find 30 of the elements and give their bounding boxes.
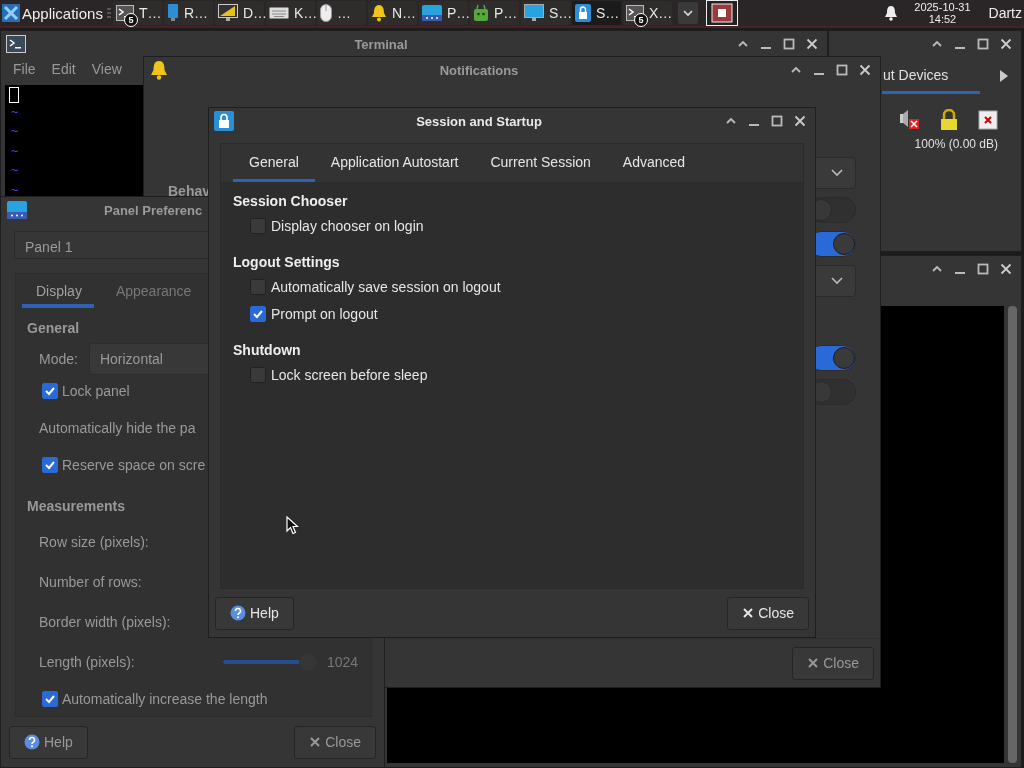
checkbox-label: Display chooser on login xyxy=(271,217,424,234)
field-label: Border width (pixels): xyxy=(39,614,171,630)
field-label: Mode: xyxy=(39,351,78,367)
window-title: Terminal xyxy=(353,36,409,52)
section-heading: Session Chooser xyxy=(233,192,349,211)
tilde-line: ~ xyxy=(10,142,20,160)
tilde-line: ~ xyxy=(10,162,20,179)
checkbox-label: Automatically increase the length xyxy=(62,691,268,707)
volume-reading: 100% (0.00 dB) xyxy=(913,136,999,151)
window-title: Session and Startup xyxy=(415,113,543,129)
field-label: Length (pixels): xyxy=(39,654,136,670)
checkbox-label: Prompt on logout xyxy=(271,305,378,322)
field-label: Automatically hide the pa xyxy=(39,420,196,436)
field-label: Row size (pixels): xyxy=(39,534,149,550)
tilde-line: ~ xyxy=(10,181,20,199)
tilde-line: ~ xyxy=(10,123,20,140)
section-heading: Measurements xyxy=(27,498,126,514)
checkbox-label: Automatically save session on logout xyxy=(271,278,501,295)
window-title: Panel Preferenc xyxy=(103,202,204,218)
slider-value: 1024 xyxy=(327,654,360,670)
clock-date: 2025-10-31 xyxy=(914,1,971,13)
field-label: Number of rows: xyxy=(39,574,142,590)
clock-time: 14:52 xyxy=(928,13,957,25)
section-heading: Behav xyxy=(168,183,211,201)
checkbox-label: Reserve space on scre xyxy=(62,457,206,473)
section-heading: Shutdown xyxy=(233,341,302,360)
window-title: Notifications xyxy=(438,62,520,78)
tilde-line: ~ xyxy=(10,103,20,121)
checkbox-label: Lock panel xyxy=(62,383,130,399)
section-heading: General xyxy=(27,320,80,336)
